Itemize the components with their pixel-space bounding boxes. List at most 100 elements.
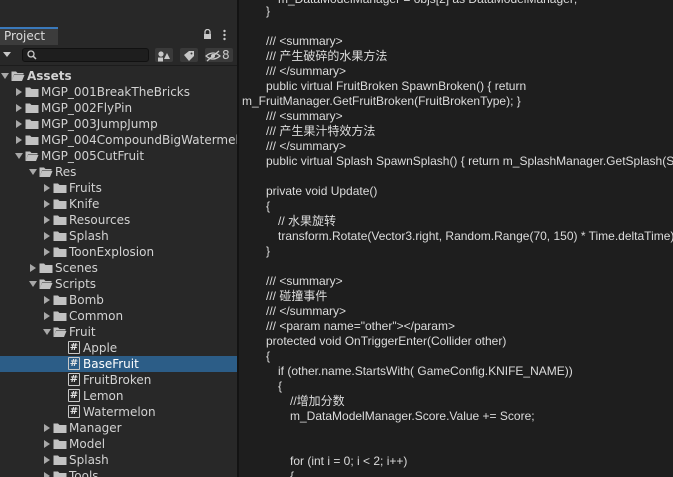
tree-item-label: Res <box>55 165 77 179</box>
code-line[interactable]: { <box>278 379 282 394</box>
folder-icon <box>53 439 67 449</box>
code-line[interactable]: } <box>266 244 270 259</box>
code-comment-line[interactable]: /// <summary> <box>266 34 343 49</box>
expand-arrow-down-icon[interactable] <box>1 72 9 80</box>
folder-item[interactable]: MGP_003JumpJump <box>0 116 237 132</box>
folder-item[interactable]: Model <box>0 436 237 452</box>
code-line[interactable]: public virtual FruitBroken SpawnBroken()… <box>266 79 526 94</box>
folder-item[interactable]: Manager <box>0 420 237 436</box>
filter-by-label-button[interactable] <box>180 48 198 62</box>
tree-item-label: MGP_002FlyPin <box>41 101 133 115</box>
code-comment-line[interactable]: /// <summary> <box>266 274 343 289</box>
expand-arrow-right-icon[interactable] <box>43 472 51 477</box>
folder-item[interactable]: Assets <box>0 68 237 84</box>
expand-arrow-down-icon[interactable] <box>29 280 37 288</box>
expand-arrow-right-icon[interactable] <box>15 88 23 96</box>
folder-icon <box>25 87 39 97</box>
expand-arrow-right-icon[interactable] <box>15 136 23 144</box>
code-line[interactable]: private void Update() <box>266 184 377 199</box>
expand-arrow-right-icon[interactable] <box>15 120 23 128</box>
folder-icon <box>53 423 67 433</box>
tree-item-label: Watermelon <box>83 405 156 419</box>
folder-item[interactable]: Bomb <box>0 292 237 308</box>
tree-item-label: Fruits <box>69 181 102 195</box>
code-line[interactable]: { <box>290 469 294 477</box>
create-dropdown-icon[interactable] <box>3 52 11 58</box>
tree-item-label: Fruit <box>69 325 96 339</box>
code-comment-line[interactable]: /// <summary> <box>266 109 343 124</box>
tree-item-label: MGP_005CutFruit <box>41 149 145 163</box>
script-file-item[interactable]: # Apple <box>0 340 237 356</box>
script-file-item[interactable]: # Lemon <box>0 388 237 404</box>
code-comment-line[interactable]: /// 产生破碎的水果方法 <box>266 49 387 64</box>
folder-item[interactable]: Splash <box>0 228 237 244</box>
folder-item[interactable]: Scenes <box>0 260 237 276</box>
code-comment-line[interactable]: /// <param name="other"></param> <box>266 319 455 334</box>
tab-project[interactable]: Project <box>0 27 58 45</box>
code-comment-line[interactable]: /// 产生果汁特效方法 <box>266 124 375 139</box>
folder-item[interactable]: MGP_001BreakTheBricks <box>0 84 237 100</box>
folder-item[interactable]: Res <box>0 164 237 180</box>
folder-item[interactable]: Tools <box>0 468 237 477</box>
expand-arrow-down-icon[interactable] <box>43 328 51 336</box>
folder-icon <box>53 231 67 241</box>
folder-item[interactable]: Knife <box>0 196 237 212</box>
expand-arrow-right-icon[interactable] <box>29 264 37 272</box>
folder-icon <box>25 135 39 145</box>
expand-arrow-right-icon[interactable] <box>43 232 51 240</box>
folder-item[interactable]: MGP_002FlyPin <box>0 100 237 116</box>
code-line[interactable]: { <box>266 199 270 214</box>
code-line[interactable]: public virtual Splash SpawnSplash() { re… <box>266 154 673 169</box>
folder-item[interactable]: MGP_004CompoundBigWatermelon <box>0 132 237 148</box>
code-line[interactable]: } <box>266 4 270 19</box>
script-file-item[interactable]: # BaseFruit <box>0 356 237 372</box>
code-editor[interactable]: m_DataModelManager = objs[2] as DataMode… <box>239 0 673 477</box>
code-comment-line[interactable]: /// </summary> <box>266 64 346 79</box>
code-line[interactable]: { <box>266 349 270 364</box>
folder-item[interactable]: Fruits <box>0 180 237 196</box>
folder-item[interactable]: ToonExplosion <box>0 244 237 260</box>
code-line[interactable]: m_DataModelManager.Score.Value += Score; <box>290 409 535 424</box>
tree-item-label: Bomb <box>69 293 104 307</box>
expand-arrow-right-icon[interactable] <box>43 248 51 256</box>
code-comment-line[interactable]: //增加分数 <box>290 394 345 409</box>
code-line[interactable]: transform.Rotate(Vector3.right, Random.R… <box>278 229 673 244</box>
folder-open-icon <box>39 167 53 177</box>
code-comment-line[interactable]: /// </summary> <box>266 304 346 319</box>
lock-icon[interactable] <box>203 29 212 40</box>
code-line[interactable]: protected void OnTriggerEnter(Collider o… <box>266 334 506 349</box>
folder-icon <box>53 295 67 305</box>
folder-icon <box>53 455 67 465</box>
code-comment-line[interactable]: // 水果旋转 <box>278 214 336 229</box>
code-comment-line[interactable]: /// 碰撞事件 <box>266 289 327 304</box>
script-file-item[interactable]: # Watermelon <box>0 404 237 420</box>
expand-arrow-right-icon[interactable] <box>43 184 51 192</box>
folder-item[interactable]: Fruit <box>0 324 237 340</box>
expand-arrow-right-icon[interactable] <box>43 440 51 448</box>
code-line[interactable]: for (int i = 0; i < 2; i++) <box>290 454 407 469</box>
code-line[interactable]: if (other.name.StartsWith( GameConfig.KN… <box>278 364 573 379</box>
expand-arrow-down-icon[interactable] <box>29 168 37 176</box>
expand-arrow-right-icon[interactable] <box>43 296 51 304</box>
expand-arrow-right-icon[interactable] <box>43 456 51 464</box>
tree-item-label: Manager <box>69 421 122 435</box>
expand-arrow-right-icon[interactable] <box>43 200 51 208</box>
folder-item[interactable]: Splash <box>0 452 237 468</box>
filter-by-type-button[interactable] <box>155 48 173 62</box>
folder-open-icon <box>53 327 67 337</box>
expand-arrow-right-icon[interactable] <box>43 312 51 320</box>
search-input[interactable] <box>22 48 149 62</box>
folder-item[interactable]: Common <box>0 308 237 324</box>
script-file-item[interactable]: # FruitBroken <box>0 372 237 388</box>
expand-arrow-right-icon[interactable] <box>43 424 51 432</box>
code-line[interactable]: m_DataModelManager = objs[2] as DataMode… <box>278 0 577 7</box>
folder-item[interactable]: Scripts <box>0 276 237 292</box>
expand-arrow-right-icon[interactable] <box>15 104 23 112</box>
expand-arrow-down-icon[interactable] <box>15 152 23 160</box>
expand-arrow-right-icon[interactable] <box>43 216 51 224</box>
more-menu-icon[interactable] <box>222 29 227 41</box>
folder-item[interactable]: Resources <box>0 212 237 228</box>
code-line[interactable]: m_FruitManager.GetFruitBroken(FruitBroke… <box>242 94 521 109</box>
folder-item[interactable]: MGP_005CutFruit <box>0 148 237 164</box>
code-comment-line[interactable]: /// </summary> <box>266 139 346 154</box>
